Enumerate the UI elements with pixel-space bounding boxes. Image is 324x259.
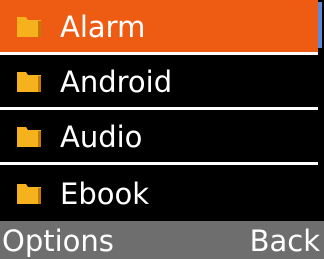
list-item-alarm[interactable]: Alarm [0, 0, 318, 52]
folder-list: Alarm Android Audio Ebook [0, 0, 318, 221]
list-item-ebook[interactable]: Ebook [0, 165, 318, 221]
list-item-label: Alarm [60, 9, 146, 44]
list-item-android[interactable]: Android [0, 55, 318, 107]
options-softkey[interactable]: Options [2, 225, 114, 256]
list-item-label: Android [60, 64, 173, 99]
scrollbar-thumb[interactable] [318, 2, 322, 48]
folder-icon [14, 65, 46, 97]
back-softkey[interactable]: Back [250, 225, 320, 256]
scrollbar[interactable] [318, 0, 324, 221]
list-item-label: Audio [60, 119, 143, 154]
softkey-bar: Options Back [0, 221, 324, 259]
list-item-label: Ebook [60, 176, 150, 211]
folder-icon [14, 120, 46, 152]
list-item-audio[interactable]: Audio [0, 110, 318, 162]
folder-icon [14, 10, 46, 42]
file-browser-screen: Alarm Android Audio Ebook Options Back [0, 0, 324, 259]
folder-icon [14, 177, 46, 209]
